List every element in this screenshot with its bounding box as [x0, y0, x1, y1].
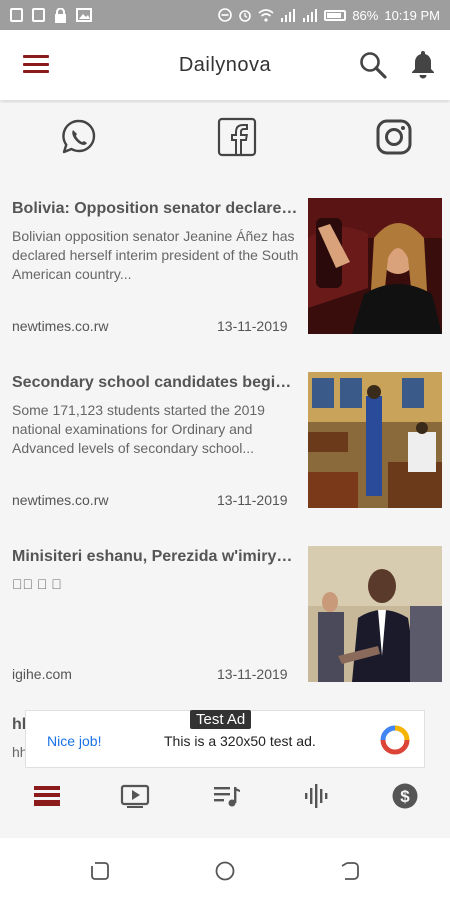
news-thumbnail	[308, 198, 442, 334]
ad-network-logo-icon	[380, 725, 410, 755]
svg-text:$: $	[400, 787, 410, 806]
back-icon[interactable]	[339, 860, 361, 882]
notification-icon	[32, 8, 45, 22]
test-ad-tag: Test Ad	[190, 710, 252, 729]
news-list: Bolivia: Opposition senator declares her…	[0, 190, 450, 772]
dollar-icon[interactable]: $	[390, 782, 420, 810]
news-item[interactable]: Secondary school candidates begin nation…	[0, 364, 450, 538]
do-not-disturb-icon	[218, 8, 233, 22]
news-summary: Some 171,123 students started the 2019 n…	[12, 402, 265, 456]
battery-percent: 86%	[352, 7, 379, 23]
clock: 10:19 PM	[384, 7, 440, 23]
whatsapp-icon[interactable]	[59, 117, 99, 157]
bottom-navigation: $	[0, 770, 450, 826]
playlist-icon[interactable]	[212, 782, 242, 810]
app-header: Dailynova	[0, 30, 450, 100]
recent-apps-icon[interactable]	[89, 860, 111, 882]
notification-icon	[10, 8, 23, 22]
signal-icon	[303, 8, 318, 22]
image-icon	[76, 8, 92, 22]
signal-icon	[281, 8, 296, 22]
status-bar: 86% 10:19 PM	[0, 0, 450, 30]
news-date: 13-11-2019	[217, 318, 288, 334]
news-summary:       	[12, 576, 62, 592]
news-date: 13-11-2019	[217, 666, 288, 682]
news-source: newtimes.co.rw	[12, 318, 109, 334]
news-feed-icon[interactable]	[32, 782, 62, 810]
news-title: Secondary school candidates begin nation…	[12, 374, 300, 391]
social-links-row	[0, 103, 450, 178]
notification-bell-icon[interactable]	[408, 48, 438, 80]
news-thumbnail	[308, 546, 442, 682]
news-summary: Bolivian opposition senator Jeanine Áñez…	[12, 228, 299, 282]
alarm-icon	[239, 10, 252, 22]
home-icon[interactable]	[214, 860, 236, 882]
video-icon[interactable]	[120, 782, 150, 810]
news-title: Minisiteri eshanu, Perezida w'imiryango	[12, 548, 300, 565]
facebook-icon[interactable]	[217, 117, 257, 157]
app-screen: 86% 10:19 PM Dailynova Bolivia: Oppositi…	[0, 0, 450, 900]
lock-icon	[55, 7, 66, 23]
news-source: newtimes.co.rw	[12, 492, 109, 508]
system-navigation-bar	[0, 838, 450, 900]
news-source: igihe.com	[12, 666, 72, 682]
news-date: 13-11-2019	[217, 492, 288, 508]
ad-text: This is a 320x50 test ad.	[164, 733, 316, 749]
news-thumbnail	[308, 372, 442, 508]
battery-icon	[324, 9, 347, 21]
news-item[interactable]: Bolivia: Opposition senator declares her…	[0, 190, 450, 364]
ad-nice-text[interactable]: Nice job!	[47, 733, 101, 749]
status-right-icons: 86% 10:19 PM	[218, 8, 440, 23]
audio-wave-icon[interactable]	[301, 782, 331, 810]
news-title: Bolivia: Opposition senator declares her…	[12, 200, 300, 217]
search-icon[interactable]	[358, 50, 388, 80]
instagram-icon[interactable]	[374, 117, 414, 157]
wifi-icon	[258, 8, 274, 22]
news-item[interactable]: Minisiteri eshanu, Perezida w'imiryango …	[0, 538, 450, 712]
status-left-icons	[10, 7, 92, 23]
